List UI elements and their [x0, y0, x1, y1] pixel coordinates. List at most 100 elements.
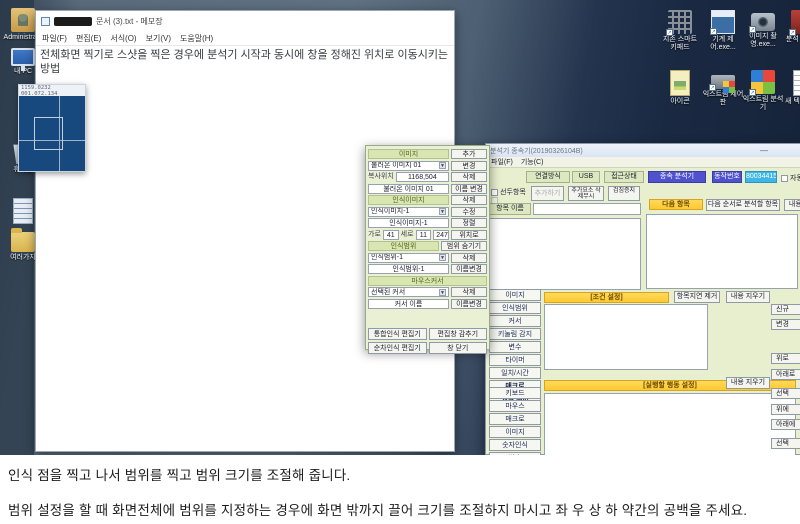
cursor-name-input[interactable]: 커서 이름 [368, 299, 449, 309]
notepad-menu-item[interactable]: 도움말(H) [180, 33, 213, 44]
first-item-checkbox[interactable]: 선두항목 [491, 187, 526, 197]
auto-connect-checkbox[interactable]: 자동접속 [781, 173, 800, 183]
action-nav-button[interactable]: 이미지 [489, 426, 541, 438]
clear-contents-button-1[interactable]: 내용 지우기 [726, 291, 770, 303]
position-value: 247,354 [433, 230, 449, 240]
notepad-menu-item[interactable]: 서식(O) [110, 33, 136, 44]
cursor-select[interactable]: 선택된 커서▼ [368, 287, 449, 297]
condition-nav-button[interactable]: 타이머 [489, 354, 541, 366]
notepad-menu-item[interactable]: 편집(E) [76, 33, 101, 44]
edit-button[interactable]: 수정 [451, 207, 487, 217]
copy-position-label: 복사위치 [368, 172, 394, 182]
clear-contents-button-2[interactable]: 내용 지우기 [726, 377, 770, 389]
action-nav-button[interactable]: 키보드 [489, 387, 541, 399]
height-value: 11 [416, 230, 432, 240]
close-window-button[interactable]: 창 닫기 [429, 342, 488, 354]
side-button-change[interactable]: 변경 [771, 319, 800, 330]
image-name-input[interactable]: 불러온 이미지 01 [368, 184, 449, 194]
recognition-image-select[interactable]: 인식이미지-1▼ [368, 207, 449, 217]
item-listbox[interactable] [489, 218, 641, 290]
rename-button-1[interactable]: 이름 변경 [451, 184, 487, 194]
rename-button-3[interactable]: 이름변경 [451, 299, 487, 309]
code-number-button[interactable]: 80034415 [745, 171, 777, 183]
analyzer-title: 분석기 종속기(20190326104B) [490, 146, 583, 156]
notepad-menubar: 파일(F) 편집(E) 서식(O) 보기(V) 도움말(H) [36, 31, 454, 46]
range-select[interactable]: 인식범위-1▼ [368, 253, 449, 263]
stop-button[interactable]: 검침증지 [608, 186, 640, 201]
width-label: 가로 [368, 230, 381, 240]
ignore-delete-button[interactable]: 추가요소 삭제무시 [568, 186, 604, 201]
notepad-menu-item[interactable]: 보기(V) [146, 33, 171, 44]
recognition-name-input[interactable]: 인식이미지-1 [368, 218, 449, 228]
desktop-icon-smart-keypad[interactable]: ↗ 지존 스마트 키패드 [659, 10, 701, 52]
magnifier-coordinates: 1159.0232 001.072.134 [19, 85, 85, 96]
condition-nav-button[interactable]: 이미지 [489, 289, 541, 301]
action-nav: 키보드마우스매크로이미지숫자인식변수타이머시간지연 [489, 387, 541, 455]
item-name-input[interactable] [533, 203, 641, 215]
goto-position-button[interactable]: 위치로 [451, 230, 487, 240]
condition-nav-button[interactable]: 변수 [489, 341, 541, 353]
spacer [368, 310, 487, 328]
action-nav-button[interactable]: 마우스 [489, 400, 541, 412]
side-button-select-2[interactable]: 선택 [771, 438, 800, 449]
cursor-select-value: 선택된 커서 [371, 288, 405, 297]
unified-recognition-editor-button[interactable]: 통합인식 편집기 [368, 328, 427, 340]
next-item-listbox[interactable] [646, 214, 798, 289]
condition-nav-button[interactable]: 커서 [489, 315, 541, 327]
hide-range-button[interactable]: 범위 숨기기 [441, 241, 487, 251]
change-button[interactable]: 변경 [451, 161, 487, 171]
desktop-icon-extreme-control-panel[interactable]: ↗ 익스트림 제어판 [702, 70, 744, 107]
side-button-new[interactable]: 신규 [771, 304, 800, 315]
shortcut-arrow-icon: ↗ [749, 26, 756, 33]
align-button[interactable]: 정렬 [451, 218, 487, 228]
shortcut-arrow-icon: ↗ [710, 28, 717, 35]
rename-button-2[interactable]: 이름변경 [451, 264, 487, 274]
analyzer-menu-item[interactable]: 기능(C) [521, 157, 544, 167]
desktop-icon-new-text-document[interactable]: 새 텍스트 문서 [782, 70, 800, 114]
video-icon: ↗ [791, 10, 800, 34]
analyzer-mode-button[interactable]: 종속 분석기 [648, 171, 706, 183]
notepad-menu-item[interactable]: 파일(F) [42, 33, 67, 44]
image-select[interactable]: 불러온 이미지 01▼ [368, 161, 449, 171]
add-button[interactable]: 추가 [451, 149, 487, 159]
delete-button-3[interactable]: 삭제 [451, 253, 487, 263]
delete-button-4[interactable]: 삭제 [451, 287, 487, 297]
delete-button-1[interactable]: 삭제 [451, 172, 487, 182]
first-item-label: 선두항목 [500, 187, 526, 197]
side-button-insert-above[interactable]: 위에 [771, 404, 800, 415]
delete-button-2[interactable]: 삭제 [451, 195, 487, 205]
clear-right-button[interactable]: 내용 지우기 [784, 199, 800, 211]
next-order-button[interactable]: 다음 순서로 분석할 항목 [706, 199, 780, 211]
redacted-text [54, 17, 92, 26]
desktop: Administra... 내 PC 휴지통 여러가지 ↗ 지존 스마트 키패드… [0, 0, 800, 455]
sequential-recognition-editor-button[interactable]: 순차인식 편집기 [368, 342, 427, 354]
condition-nav-button[interactable]: 키눌림 감지 [489, 328, 541, 340]
action-nav-button[interactable]: 숫자인식 [489, 439, 541, 451]
desktop-icon-machine-control[interactable]: ↗ 기계 제어.exe... [702, 10, 744, 52]
condition-area[interactable] [544, 304, 708, 370]
action-area[interactable] [544, 393, 796, 455]
condition-nav-button[interactable]: 인식범위 [489, 302, 541, 314]
desktop-icon-icon-file[interactable]: 아이콘 [659, 70, 701, 106]
remove-delay-button[interactable]: 항목지연 제거 [674, 291, 720, 303]
side-button-insert-below[interactable]: 아래에 [771, 419, 800, 430]
magnifier-window: 1159.0232 001.072.134 [18, 84, 86, 172]
condition-nav-button[interactable]: 일치/시간 [489, 367, 541, 379]
notepad-text-area[interactable]: 전체화면 찍기로 스샷을 찍은 경우에 분석기 시작과 동시에 창을 정해진 위… [36, 46, 454, 78]
side-button-select-1[interactable]: 선택 [771, 388, 800, 399]
action-nav-button[interactable]: 매크로 [489, 413, 541, 425]
action-number-button[interactable]: 동작번호 [712, 171, 742, 183]
side-button-up[interactable]: 위로 [771, 353, 800, 364]
desktop-icon-image-capture[interactable]: ↗ 이미지 촬영.exe... [742, 10, 784, 49]
side-button-down[interactable]: 아래로 [771, 369, 800, 380]
desktop-icon-label: 지존 스마트 키패드 [659, 36, 701, 52]
selection-rectangle [34, 117, 63, 150]
analyzer-menu-item[interactable]: 파일(F) [491, 157, 513, 167]
range-name-input[interactable]: 인식범위-1 [368, 264, 449, 274]
minimize-icon[interactable]: — [760, 146, 768, 155]
hide-editor-button[interactable]: 편집창 감추기 [429, 328, 488, 340]
condition-header: [조건 설정] [544, 292, 669, 303]
desktop-icon-analysis-video[interactable]: ↗ 분석 동영상 [782, 10, 800, 44]
action-nav-button[interactable]: 변수 [489, 452, 541, 455]
desktop-icon-extreme-analyzer[interactable]: ↗ 익스트림 분석기 [742, 70, 784, 112]
